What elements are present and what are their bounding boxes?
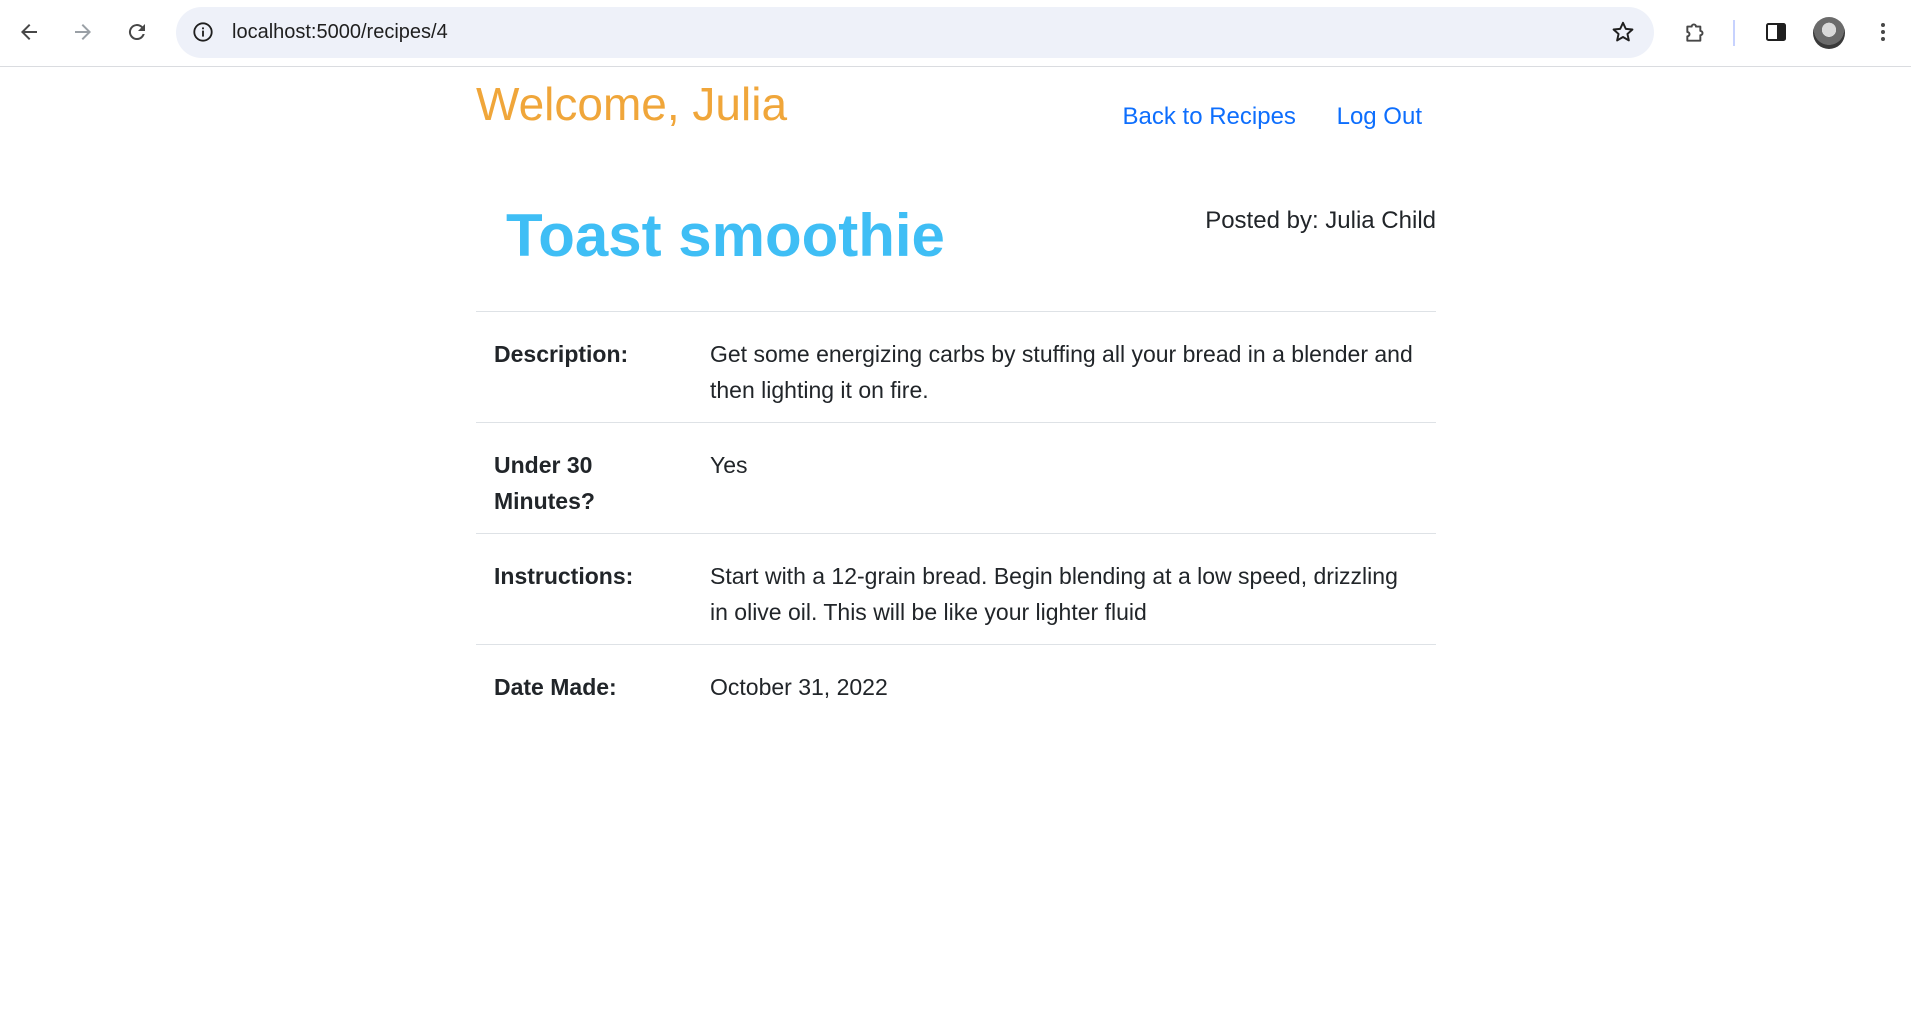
welcome-heading: Welcome, Julia [476, 78, 788, 130]
side-panel-button[interactable] [1756, 12, 1796, 52]
recipe-title: Toast smoothie [506, 202, 945, 269]
posted-by: Posted by: Julia Child [1205, 207, 1436, 234]
reload-button[interactable] [117, 12, 157, 52]
row-value: October 31, 2022 [710, 674, 888, 700]
table-row: Instructions: Start with a 12-grain brea… [476, 533, 1436, 645]
forward-button[interactable] [63, 12, 103, 52]
row-value: Get some energizing carbs by stuffing al… [710, 341, 1413, 403]
menu-button[interactable] [1863, 12, 1903, 52]
back-button[interactable] [9, 12, 49, 52]
arrow-right-icon [75, 24, 91, 40]
avatar[interactable] [1813, 17, 1845, 49]
url-text[interactable]: localhost:5000/recipes/4 [232, 7, 448, 58]
log-out-link[interactable]: Log Out [1337, 103, 1422, 130]
toolbar-separator [1733, 20, 1735, 46]
arrow-left-icon [21, 24, 37, 40]
table-row: Under 30 Minutes? Yes [476, 422, 1436, 534]
row-label: Description: [494, 341, 629, 367]
page-content: Welcome, Julia Back to Recipes Log Out T… [476, 67, 1436, 719]
recipe-header: Toast smoothie Posted by: Julia Child [476, 167, 1436, 311]
row-value: Yes [710, 452, 748, 478]
bookmark-button[interactable] [1610, 19, 1636, 45]
page-header: Welcome, Julia Back to Recipes Log Out [476, 67, 1436, 167]
star-icon [1612, 21, 1634, 42]
kebab-menu-icon [1881, 23, 1885, 41]
recipe-details-table: Description: Get some energizing carbs b… [476, 311, 1436, 719]
header-nav: Back to Recipes Log Out [1089, 103, 1423, 131]
table-row: Description: Get some energizing carbs b… [476, 311, 1436, 423]
side-panel-icon [1766, 23, 1786, 41]
row-label: Under 30 Minutes? [494, 452, 595, 514]
browser-toolbar: localhost:5000/recipes/4 [0, 0, 1911, 67]
row-value: Start with a 12-grain bread. Begin blend… [710, 563, 1398, 625]
row-label: Instructions: [494, 563, 634, 589]
back-to-recipes-link[interactable]: Back to Recipes [1123, 103, 1296, 130]
table-row: Date Made: October 31, 2022 [476, 644, 1436, 720]
address-bar[interactable]: localhost:5000/recipes/4 [176, 7, 1654, 58]
puzzle-icon [1686, 23, 1704, 42]
extensions-button[interactable] [1676, 12, 1716, 52]
site-info-button[interactable] [190, 19, 216, 45]
info-icon [193, 22, 213, 42]
reload-icon [128, 24, 145, 41]
row-label: Date Made: [494, 674, 617, 700]
